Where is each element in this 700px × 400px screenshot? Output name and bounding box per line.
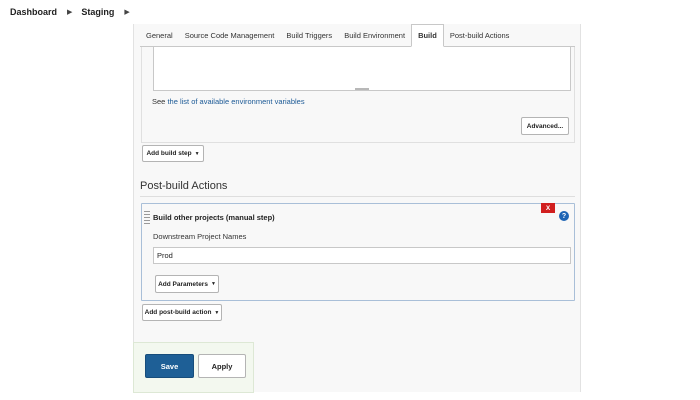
add-build-step-label: Add build step [146, 150, 192, 157]
add-parameters-label: Add Parameters [158, 280, 208, 288]
advanced-button[interactable]: Advanced... [521, 117, 569, 135]
post-build-step-title: Build other projects (manual step) [153, 213, 275, 222]
breadcrumb-staging[interactable]: Staging [81, 7, 114, 17]
config-tabs: General Source Code Management Build Tri… [140, 24, 575, 47]
help-icon[interactable]: ? [559, 211, 569, 221]
downstream-projects-label: Downstream Project Names [153, 232, 247, 241]
caret-down-icon: ▼ [214, 309, 220, 316]
caret-down-icon: ▼ [194, 150, 200, 157]
post-build-section-title: Post-build Actions [140, 180, 228, 192]
chevron-right-icon[interactable]: ▶ [124, 8, 129, 16]
env-variables-hint: See the list of available environment va… [152, 97, 305, 106]
delete-step-button[interactable]: X [541, 203, 555, 213]
tab-build-triggers[interactable]: Build Triggers [280, 24, 338, 46]
tab-source-code-management[interactable]: Source Code Management [179, 24, 281, 46]
add-build-step-button[interactable]: Add build step ▼ [142, 145, 204, 162]
add-post-build-action-button[interactable]: Add post-build action ▼ [142, 304, 222, 321]
add-post-build-action-label: Add post-build action [144, 309, 212, 316]
breadcrumb-dashboard[interactable]: Dashboard [10, 7, 57, 17]
env-variables-prefix: See [152, 97, 168, 106]
tab-build-environment[interactable]: Build Environment [338, 24, 411, 46]
command-textarea[interactable] [153, 47, 571, 91]
breadcrumb: Dashboard ▶ Staging ▶ [0, 0, 700, 24]
section-divider [140, 196, 575, 197]
downstream-projects-input[interactable] [153, 247, 571, 264]
caret-down-icon: ▼ [210, 281, 216, 287]
tab-general[interactable]: General [140, 24, 179, 46]
save-button[interactable]: Save [145, 354, 194, 378]
textarea-resize-grip[interactable] [355, 88, 369, 90]
env-variables-link[interactable]: the list of available environment variab… [167, 97, 304, 106]
add-parameters-button[interactable]: Add Parameters ▼ [155, 275, 219, 293]
tab-build[interactable]: Build [411, 24, 444, 47]
tab-post-build-actions[interactable]: Post-build Actions [444, 24, 516, 46]
drag-handle-icon[interactable] [144, 211, 150, 225]
chevron-right-icon[interactable]: ▶ [67, 8, 72, 16]
apply-button[interactable]: Apply [198, 354, 246, 378]
